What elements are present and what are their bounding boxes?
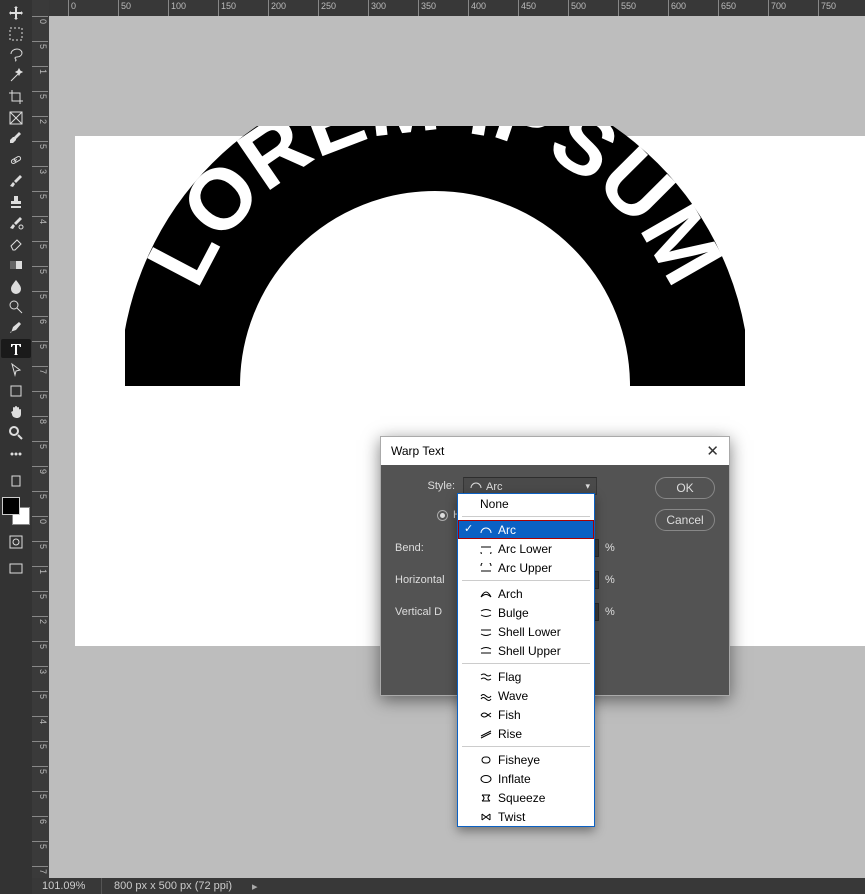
menu-separator: [462, 516, 590, 517]
style-option-shell-lower[interactable]: Shell Lower: [458, 622, 594, 641]
tool-pen[interactable]: [1, 318, 31, 337]
tool-healing[interactable]: [1, 150, 31, 169]
rise-icon: [480, 729, 492, 739]
ok-button[interactable]: OK: [655, 477, 715, 499]
tool-lasso[interactable]: [1, 45, 31, 64]
menu-separator: [462, 580, 590, 581]
dialog-title-text: Warp Text: [391, 444, 444, 458]
cancel-button[interactable]: Cancel: [655, 509, 715, 531]
style-option-arch[interactable]: Arch: [458, 584, 594, 603]
tool-dodge[interactable]: [1, 297, 31, 316]
arch-icon: [480, 589, 492, 599]
tool-gradient[interactable]: [1, 255, 31, 274]
shell-lower-icon: [480, 627, 492, 637]
fisheye-icon: [480, 755, 492, 765]
close-icon[interactable]: ✕: [706, 442, 719, 460]
tool-eyedropper[interactable]: [1, 129, 31, 148]
style-option-flag[interactable]: Flag: [458, 667, 594, 686]
style-label: Style:: [395, 480, 455, 492]
tools-panel: [0, 0, 32, 894]
tool-eraser[interactable]: [1, 234, 31, 253]
squeeze-icon: [480, 793, 492, 803]
style-option-bulge[interactable]: Bulge: [458, 603, 594, 622]
chevron-down-icon: ▾: [585, 481, 590, 492]
tool-shape[interactable]: [1, 381, 31, 400]
style-option-none[interactable]: None: [458, 494, 594, 513]
twist-icon: [480, 812, 492, 822]
tool-blur[interactable]: [1, 276, 31, 295]
tool-zoom[interactable]: [1, 423, 31, 442]
tool-frame[interactable]: [1, 108, 31, 127]
tool-quickmask[interactable]: [1, 532, 31, 551]
tool-crop[interactable]: [1, 87, 31, 106]
menu-separator: [462, 663, 590, 664]
style-option-inflate[interactable]: Inflate: [458, 769, 594, 788]
style-option-arc[interactable]: ✓ Arc: [458, 520, 594, 539]
arc-lower-icon: [480, 544, 492, 554]
check-icon: ✓: [464, 522, 473, 535]
chevron-right-icon[interactable]: ▸: [252, 880, 258, 893]
style-option-rise[interactable]: Rise: [458, 724, 594, 743]
warped-text: LOREM IPSUM: [125, 126, 745, 446]
tool-marquee[interactable]: [1, 24, 31, 43]
tool-edit-toolbar[interactable]: [1, 471, 31, 490]
document-info[interactable]: 800 px x 500 px (72 ppi) ▸: [102, 878, 258, 894]
ruler-vertical[interactable]: 05152535455565758595051525354555657: [32, 0, 49, 878]
ruler-horizontal[interactable]: 0501001502002503003504004505005506006507…: [42, 0, 865, 16]
tool-screenmode[interactable]: [1, 559, 31, 578]
style-dropdown-menu: None ✓ Arc Arc Lower Arc Upper Arch Bulg…: [457, 493, 595, 827]
tool-wand[interactable]: [1, 66, 31, 85]
tool-more[interactable]: [1, 444, 31, 463]
bulge-icon: [480, 608, 492, 618]
tool-brush[interactable]: [1, 171, 31, 190]
tool-type[interactable]: [1, 339, 31, 358]
arc-icon: [480, 525, 492, 535]
inflate-icon: [480, 774, 492, 784]
tool-history-brush[interactable]: [1, 213, 31, 232]
style-option-wave[interactable]: Wave: [458, 686, 594, 705]
tool-move[interactable]: [1, 3, 31, 22]
wave-icon: [480, 691, 492, 701]
tool-path-select[interactable]: [1, 360, 31, 379]
zoom-level[interactable]: 101.09%: [32, 878, 102, 894]
style-option-arc-lower[interactable]: Arc Lower: [458, 539, 594, 558]
foreground-background-color[interactable]: [2, 497, 30, 525]
fish-icon: [480, 710, 492, 720]
shell-upper-icon: [480, 646, 492, 656]
arc-upper-icon: [480, 563, 492, 573]
style-option-shell-upper[interactable]: Shell Upper: [458, 641, 594, 660]
flag-icon: [480, 672, 492, 682]
orientation-horizontal-radio[interactable]: [437, 510, 448, 521]
style-option-squeeze[interactable]: Squeeze: [458, 788, 594, 807]
dialog-titlebar[interactable]: Warp Text ✕: [381, 437, 729, 465]
foreground-color-swatch[interactable]: [2, 497, 20, 515]
menu-separator: [462, 746, 590, 747]
arc-icon: [470, 480, 482, 490]
bend-percent: %: [605, 542, 615, 554]
status-bar: 101.09% 800 px x 500 px (72 ppi) ▸: [32, 878, 865, 894]
style-option-arc-upper[interactable]: Arc Upper: [458, 558, 594, 577]
style-option-twist[interactable]: Twist: [458, 807, 594, 826]
tool-hand[interactable]: [1, 402, 31, 421]
tool-stamp[interactable]: [1, 192, 31, 211]
style-option-fisheye[interactable]: Fisheye: [458, 750, 594, 769]
style-option-fish[interactable]: Fish: [458, 705, 594, 724]
